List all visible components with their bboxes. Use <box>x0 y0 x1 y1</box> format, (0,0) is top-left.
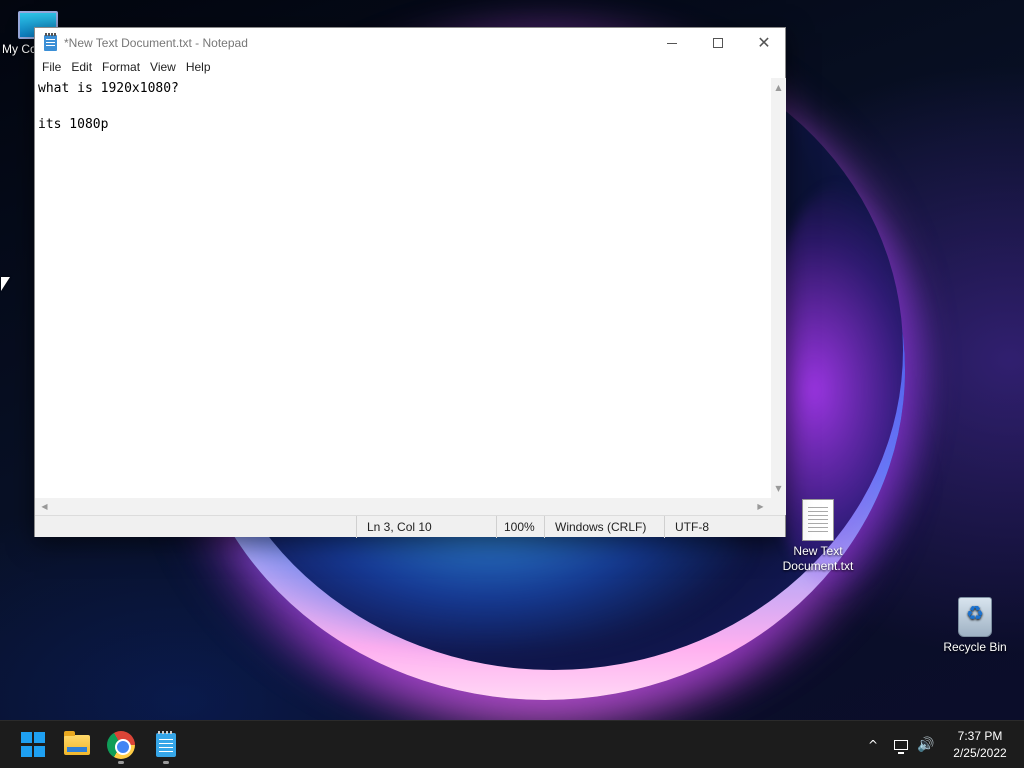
maximize-icon <box>713 38 723 48</box>
notepad-icon <box>44 33 57 51</box>
desktop-icon-new-text-document[interactable]: New Text Document.txt <box>778 499 858 574</box>
notepad-running-indicator <box>163 761 169 764</box>
taskbar-clock[interactable]: 7:37 PM 2/25/2022 <box>940 728 1020 762</box>
close-button[interactable]: ✕ <box>741 28 787 58</box>
status-bar: Ln 3, Col 10 100% Windows (CRLF) UTF-8 <box>35 515 785 538</box>
scrollbar-corner <box>770 498 786 515</box>
editor-line-1: what is 1920x1080? <box>38 81 179 96</box>
title-bar[interactable]: *New Text Document.txt - Notepad ✕ <box>35 28 785 58</box>
notepad-window[interactable]: *New Text Document.txt - Notepad ✕ File … <box>34 27 786 538</box>
close-icon: ✕ <box>757 33 771 52</box>
text-file-icon <box>802 499 834 541</box>
scroll-right-arrow-icon[interactable]: ▶ <box>753 498 768 515</box>
minimize-icon <box>667 42 677 44</box>
status-line-endings: Windows (CRLF) <box>544 516 664 538</box>
minimize-button[interactable] <box>649 28 695 58</box>
maximize-button[interactable] <box>695 28 741 58</box>
notepad-taskbar-icon[interactable] <box>152 731 180 759</box>
desktop-icon-label: New Text Document.txt <box>782 544 854 573</box>
windows-start-icon[interactable] <box>20 731 48 759</box>
folder-icon[interactable] <box>63 731 91 759</box>
menu-file[interactable]: File <box>37 58 66 78</box>
chrome-running-indicator <box>118 761 124 764</box>
scroll-left-arrow-icon[interactable]: ◀ <box>37 498 52 515</box>
editor-line-3: its 1080p <box>38 117 109 132</box>
horizontal-scrollbar[interactable]: ◀ ▶ <box>35 498 770 515</box>
desktop-icon-label: Recycle Bin <box>943 640 1007 654</box>
window-title: *New Text Document.txt - Notepad <box>64 36 248 50</box>
vertical-scrollbar[interactable]: ▲ ▼ <box>771 78 786 498</box>
clock-time: 7:37 PM <box>957 729 1003 743</box>
network-icon[interactable] <box>890 721 912 768</box>
menu-edit[interactable]: Edit <box>66 58 97 78</box>
scroll-up-arrow-icon[interactable]: ▲ <box>771 80 786 95</box>
menu-format[interactable]: Format <box>97 58 145 78</box>
status-cursor-position: Ln 3, Col 10 <box>356 516 496 538</box>
recycle-bin-icon <box>958 597 992 637</box>
scroll-down-arrow-icon[interactable]: ▼ <box>771 481 786 496</box>
clock-date: 2/25/2022 <box>953 746 1007 760</box>
menu-view[interactable]: View <box>145 58 181 78</box>
menu-bar: File Edit Format View Help <box>35 58 785 78</box>
volume-icon[interactable]: 🔊 <box>914 721 938 768</box>
desktop-icon-recycle-bin[interactable]: Recycle Bin <box>935 597 1015 655</box>
chrome-icon[interactable] <box>107 731 135 759</box>
status-encoding: UTF-8 <box>664 516 784 538</box>
status-zoom-level: 100% <box>496 516 544 538</box>
mouse-cursor-icon <box>1 277 10 291</box>
taskbar: ^ 🔊 7:37 PM 2/25/2022 <box>0 720 1024 768</box>
menu-help[interactable]: Help <box>181 58 216 78</box>
show-hidden-icons-chevron-icon[interactable]: ^ <box>862 721 884 768</box>
text-editor-area[interactable]: what is 1920x1080? its 1080p <box>35 78 770 498</box>
